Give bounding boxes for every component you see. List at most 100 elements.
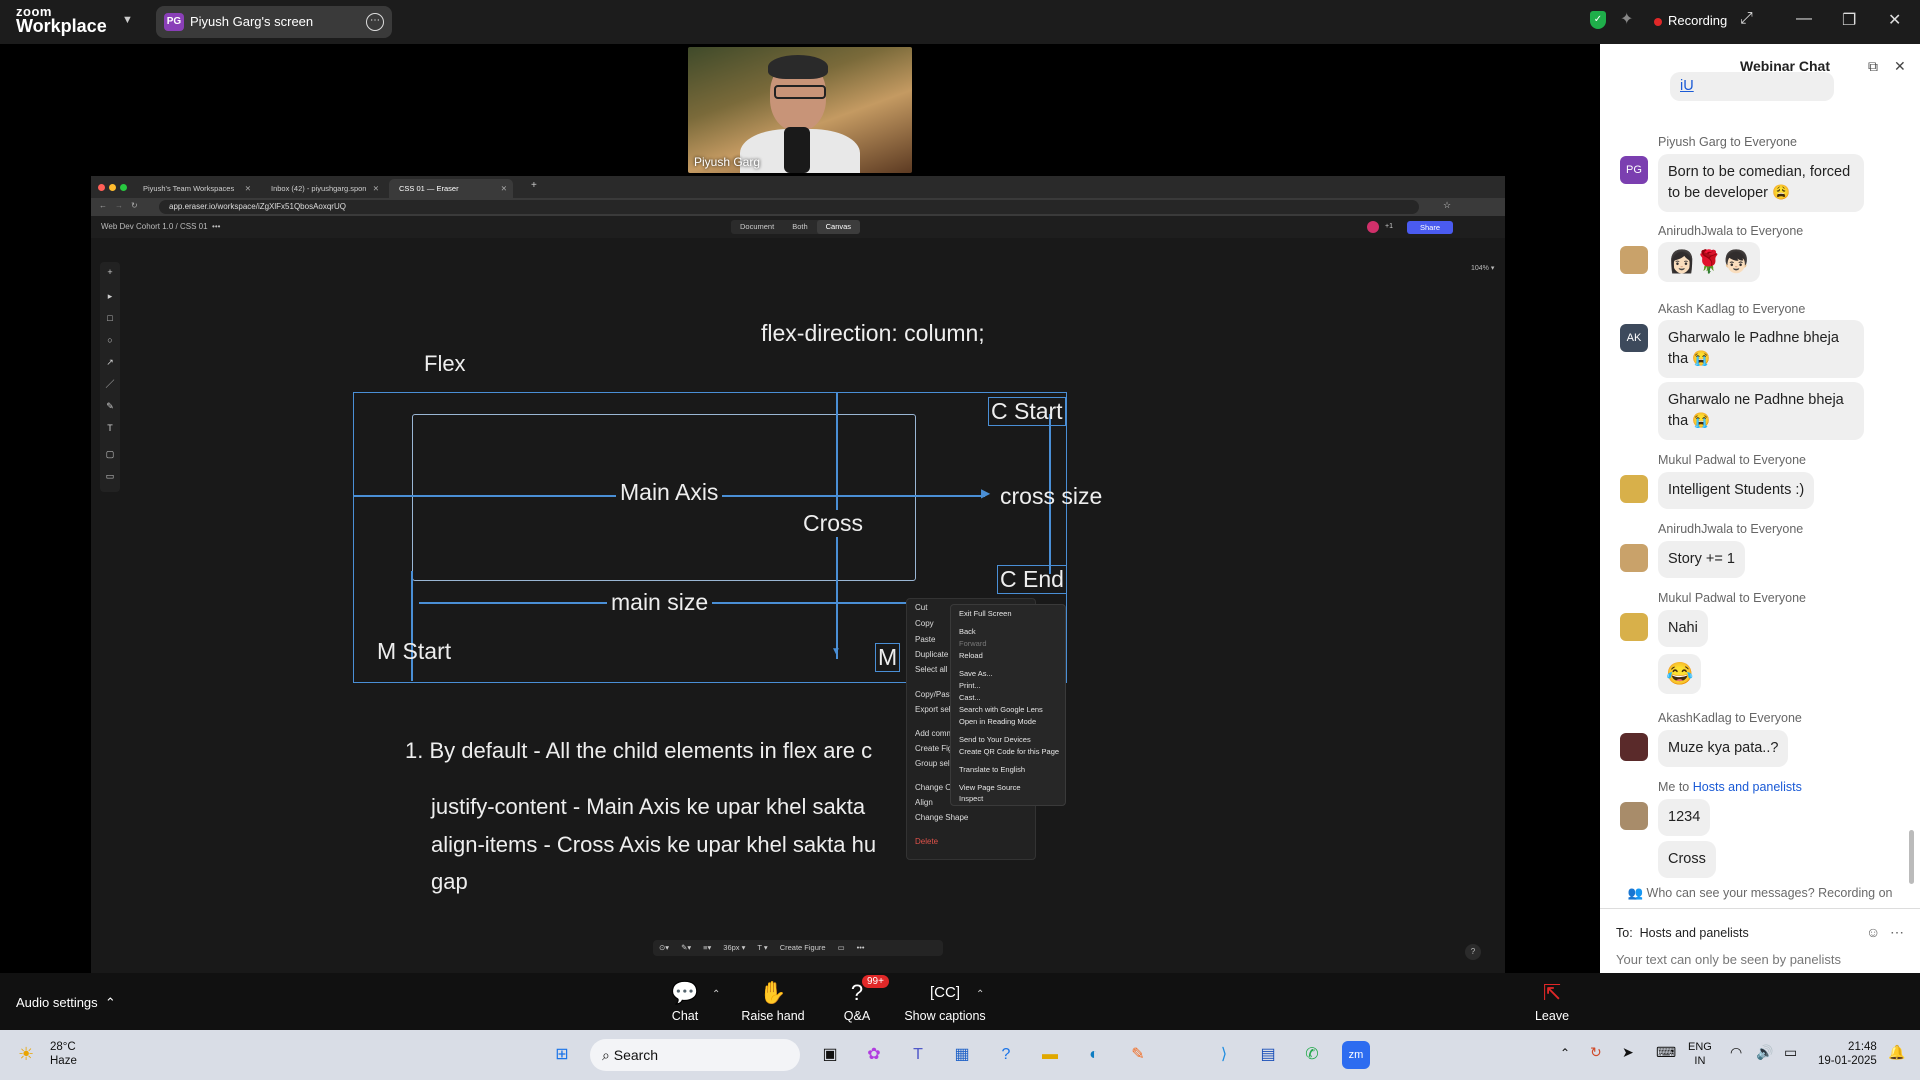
bookmark-star-icon[interactable]: ☆ (1443, 200, 1451, 211)
chevron-up-icon[interactable]: ⌃ (976, 989, 984, 1000)
shield-icon[interactable]: ✓ (1590, 11, 1606, 29)
zoom-app-icon[interactable]: zm (1342, 1041, 1370, 1069)
leave-button[interactable]: ⇱ Leave (1507, 981, 1597, 1024)
menu-item[interactable]: Inspect (959, 794, 983, 803)
settings-icon[interactable]: ⊙▾ (659, 943, 669, 952)
menu-item[interactable]: Exit Full Screen (959, 609, 1012, 618)
menu-item[interactable]: Select all (915, 665, 947, 674)
notepad-icon[interactable]: ▤ (1254, 1041, 1282, 1069)
comment-icon[interactable]: ▭ (838, 943, 845, 952)
presenter-video[interactable]: Piyush Garg (688, 47, 912, 173)
pen-icon[interactable]: ✎▾ (681, 943, 691, 952)
close-icon[interactable]: ✕ (1888, 10, 1901, 30)
view-mode-switch[interactable]: Document Both Canvas (731, 220, 861, 234)
arrow-icon[interactable]: ↗ (104, 356, 116, 368)
menu-item[interactable]: Open in Reading Mode (959, 717, 1036, 726)
chat-scrollbar[interactable] (1909, 830, 1914, 884)
menu-item[interactable]: Back (959, 627, 976, 636)
popout-icon[interactable]: ⧉ (1868, 58, 1878, 75)
weather-icon[interactable]: ☀ (18, 1044, 34, 1065)
clock[interactable]: 21:48 19-01-2025 (1818, 1040, 1877, 1068)
menu-item[interactable]: Forward (959, 639, 987, 648)
chat-visibility-notice[interactable]: 👥 Who can see your messages? Recording o… (1600, 886, 1920, 901)
minimize-dot-icon[interactable] (109, 184, 116, 191)
add-icon[interactable]: + (104, 266, 116, 278)
forward-icon[interactable]: → (115, 201, 123, 210)
chevron-up-icon[interactable]: ⌃ (1560, 1046, 1570, 1060)
task-view-icon[interactable]: ▣ (816, 1041, 844, 1069)
menu-item[interactable]: Reload (959, 651, 983, 660)
back-icon[interactable]: ← (99, 201, 107, 210)
copilot-icon[interactable]: ✿ (860, 1041, 888, 1069)
notification-icon[interactable]: 🔔 (1888, 1044, 1905, 1061)
raise-hand-button[interactable]: ✋ Raise hand (728, 981, 818, 1024)
url-input[interactable]: app.eraser.io/workspace/iZgXlFx51QbosAox… (159, 200, 1419, 214)
browser-tab[interactable]: Piyush's Team Workspaces ✕ (133, 179, 257, 198)
menu-item[interactable]: Send to Your Devices (959, 735, 1031, 744)
browser-tab[interactable]: Inbox (42) - piyushgarg.spon ✕ (261, 179, 385, 198)
text-icon[interactable]: T (104, 422, 116, 434)
more-icon[interactable]: ⋯ (366, 13, 384, 31)
chat-link[interactable]: iU (1670, 72, 1834, 102)
reload-icon[interactable]: ↻ (131, 201, 138, 210)
store-icon[interactable]: ▦ (948, 1041, 976, 1069)
chevron-down-icon[interactable]: ▼ (122, 14, 133, 26)
pen-icon[interactable]: ✎ (104, 400, 116, 412)
file-explorer-icon[interactable]: ▬ (1036, 1041, 1064, 1069)
menu-item[interactable]: Cut (915, 603, 927, 612)
whatsapp-icon[interactable]: ✆ (1298, 1041, 1326, 1069)
avatar[interactable] (1367, 221, 1379, 233)
tab-both[interactable]: Both (783, 220, 816, 234)
battery-icon[interactable]: ▭ (1784, 1044, 1797, 1061)
more-icon[interactable]: ⋯ (1890, 924, 1904, 941)
language-indicator[interactable]: ENG IN (1688, 1040, 1712, 1068)
menu-item[interactable]: Save As... (959, 669, 993, 678)
emoji-icon[interactable]: ☺ (1866, 924, 1880, 940)
menu-item[interactable]: Paste (915, 635, 935, 644)
recording-indicator[interactable]: Recording (1654, 13, 1727, 28)
wifi-icon[interactable]: ◠ (1730, 1044, 1742, 1061)
menu-item[interactable]: Align (915, 798, 933, 807)
menu-item[interactable]: View Page Source (959, 783, 1021, 792)
sync-icon[interactable]: ↻ (1590, 1044, 1602, 1061)
tab-document[interactable]: Document (731, 220, 783, 234)
vscode-icon[interactable]: ⟩ (1210, 1041, 1238, 1069)
menu-item[interactable]: Create QR Code for this Page (959, 747, 1059, 756)
send-icon[interactable]: ➤ (1622, 1044, 1634, 1061)
menu-item[interactable]: Translate to English (959, 765, 1025, 774)
close-dot-icon[interactable] (98, 184, 105, 191)
frame-icon[interactable]: ▢ (104, 448, 116, 460)
pointer-icon[interactable]: ▸ (104, 290, 116, 302)
text-style-select[interactable]: T ▾ (757, 943, 767, 952)
menu-item[interactable]: Change Or (915, 783, 954, 792)
help-icon[interactable]: ? (992, 1041, 1020, 1069)
line-icon[interactable]: ／ (104, 378, 116, 390)
minimize-icon[interactable]: — (1796, 10, 1812, 28)
keyboard-icon[interactable]: ⌨ (1656, 1044, 1676, 1061)
menu-item[interactable]: Add comm (915, 729, 953, 738)
chat-input[interactable]: Your text can only be seen by panelists (1616, 952, 1841, 967)
restore-icon[interactable]: ❐ (1842, 10, 1856, 30)
breadcrumb[interactable]: Web Dev Cohort 1.0 / CSS 01 ••• (101, 222, 220, 231)
tab-canvas[interactable]: Canvas (816, 220, 861, 234)
browser-tab-active[interactable]: CSS 01 — Eraser ✕ (389, 179, 513, 198)
postman-icon[interactable]: ✎ (1124, 1041, 1152, 1069)
menu-item[interactable]: Cast... (959, 693, 981, 702)
taskbar-search[interactable]: ⌕ Search (590, 1039, 800, 1071)
create-figure-button[interactable]: Create Figure (780, 943, 826, 952)
close-icon[interactable]: ✕ (1894, 58, 1906, 75)
weather-widget[interactable]: 28°C Haze (50, 1040, 77, 1068)
rectangle-icon[interactable]: □ (104, 312, 116, 324)
screen-share-indicator[interactable]: PG Piyush Garg's screen ⋯ (156, 6, 392, 38)
menu-item[interactable]: Change Shape (915, 813, 968, 822)
volume-icon[interactable]: 🔊 (1756, 1044, 1773, 1061)
list-icon[interactable]: ≡▾ (703, 943, 711, 952)
chevron-up-icon[interactable]: ⌃ (712, 989, 720, 1000)
zoom-level[interactable]: 104% ▾ (1471, 264, 1494, 272)
menu-item[interactable]: Duplicate (915, 650, 948, 659)
more-icon[interactable]: ••• (857, 943, 865, 952)
shared-browser-window[interactable]: Piyush's Team Workspaces ✕ Inbox (42) - p… (91, 176, 1505, 973)
help-button[interactable]: ? (1465, 944, 1481, 960)
qa-button[interactable]: ? Q&A 99+ (812, 975, 902, 1023)
sparkle-icon[interactable]: ✦ (1620, 9, 1633, 29)
